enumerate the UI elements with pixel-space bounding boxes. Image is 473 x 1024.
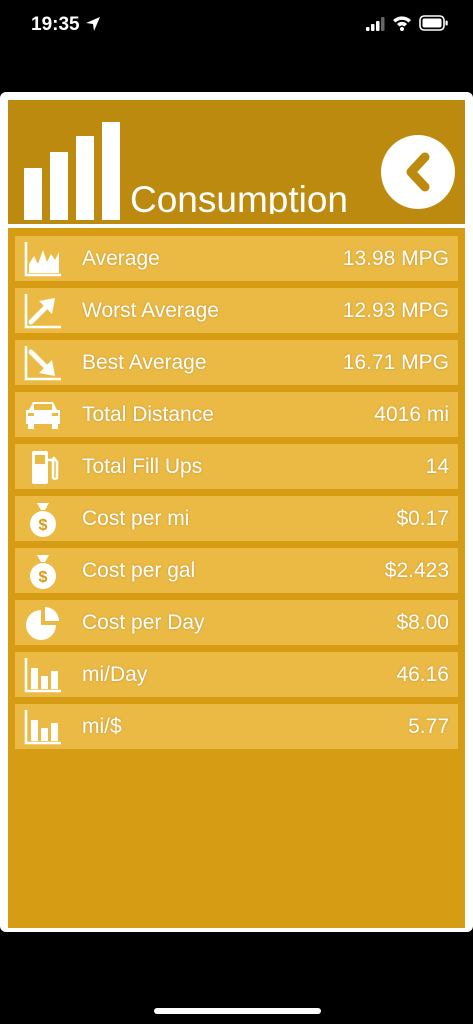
stat-value: 5.77 [408,715,449,738]
wifi-icon [393,16,411,31]
pie-chart-icon [26,607,59,640]
stat-row-total-distance: Total Distance 4016 mi [15,392,458,437]
stat-row-average: Average 13.98 MPG [15,236,458,281]
consumption-card: Consumption Average 13.98 MPG Worst Aver… [0,92,473,932]
stat-value: 14 [425,455,449,478]
bar-chart-logo-icon [24,122,120,220]
page-title: Consumption [130,179,349,214]
stat-label: Cost per gal [82,559,196,582]
stat-row-cost-per-mi: $ Cost per mi $0.17 [15,496,458,541]
status-bar: 19:35 [0,0,473,52]
stats-panel: Average 13.98 MPG Worst Average 12.93 MP… [8,228,465,928]
stat-label: Total Fill Ups [82,455,203,478]
stat-label: Cost per Day [82,611,205,634]
fuel-pump-icon [32,451,59,484]
trend-up-icon [24,294,61,329]
car-icon [26,402,60,429]
stat-value: 4016 mi [374,403,449,426]
stat-value: $2.423 [384,559,449,582]
stat-row-worst-average: Worst Average 12.93 MPG [15,288,458,333]
bar-chart-icon [24,658,61,693]
stat-value: 16.71 MPG [342,351,449,374]
back-button[interactable] [381,135,455,209]
header: Consumption [8,100,465,224]
stat-label: Cost per mi [82,507,190,530]
stat-row-total-fill-ups: Total Fill Ups 14 [15,444,458,489]
svg-text:$: $ [39,569,48,586]
area-chart-icon [24,242,61,277]
money-bag-icon: $ [30,555,56,589]
chevron-left-icon [406,152,430,192]
battery-icon [419,15,448,31]
stat-label: Total Distance [82,403,214,426]
location-arrow-icon [86,17,100,31]
bar-chart-icon [24,710,61,745]
home-indicator[interactable] [154,1008,321,1014]
stat-value: 13.98 MPG [342,247,449,270]
stat-label: Worst Average [82,299,219,322]
stat-row-cost-per-gal: $ Cost per gal $2.423 [15,548,458,593]
stat-label: mi/Day [82,663,148,686]
stat-label: Average [82,247,160,270]
stat-label: mi/$ [82,715,122,738]
cellular-signal-icon [366,17,385,31]
stat-row-best-average: Best Average 16.71 MPG [15,340,458,385]
stat-label: Best Average [82,351,207,374]
stat-value: $0.17 [396,507,449,530]
trend-down-icon [24,346,61,381]
money-bag-icon: $ [30,503,56,537]
stat-value: $8.00 [396,611,449,634]
stat-value: 46.16 [396,663,449,686]
status-time: 19:35 [31,14,80,35]
stat-row-cost-per-day: Cost per Day $8.00 [15,600,458,645]
stat-value: 12.93 MPG [342,299,449,322]
stat-row-mi-per-day: mi/Day 46.16 [15,652,458,697]
svg-text:$: $ [39,517,48,534]
stat-row-mi-per-dollar: mi/$ 5.77 [15,704,458,749]
